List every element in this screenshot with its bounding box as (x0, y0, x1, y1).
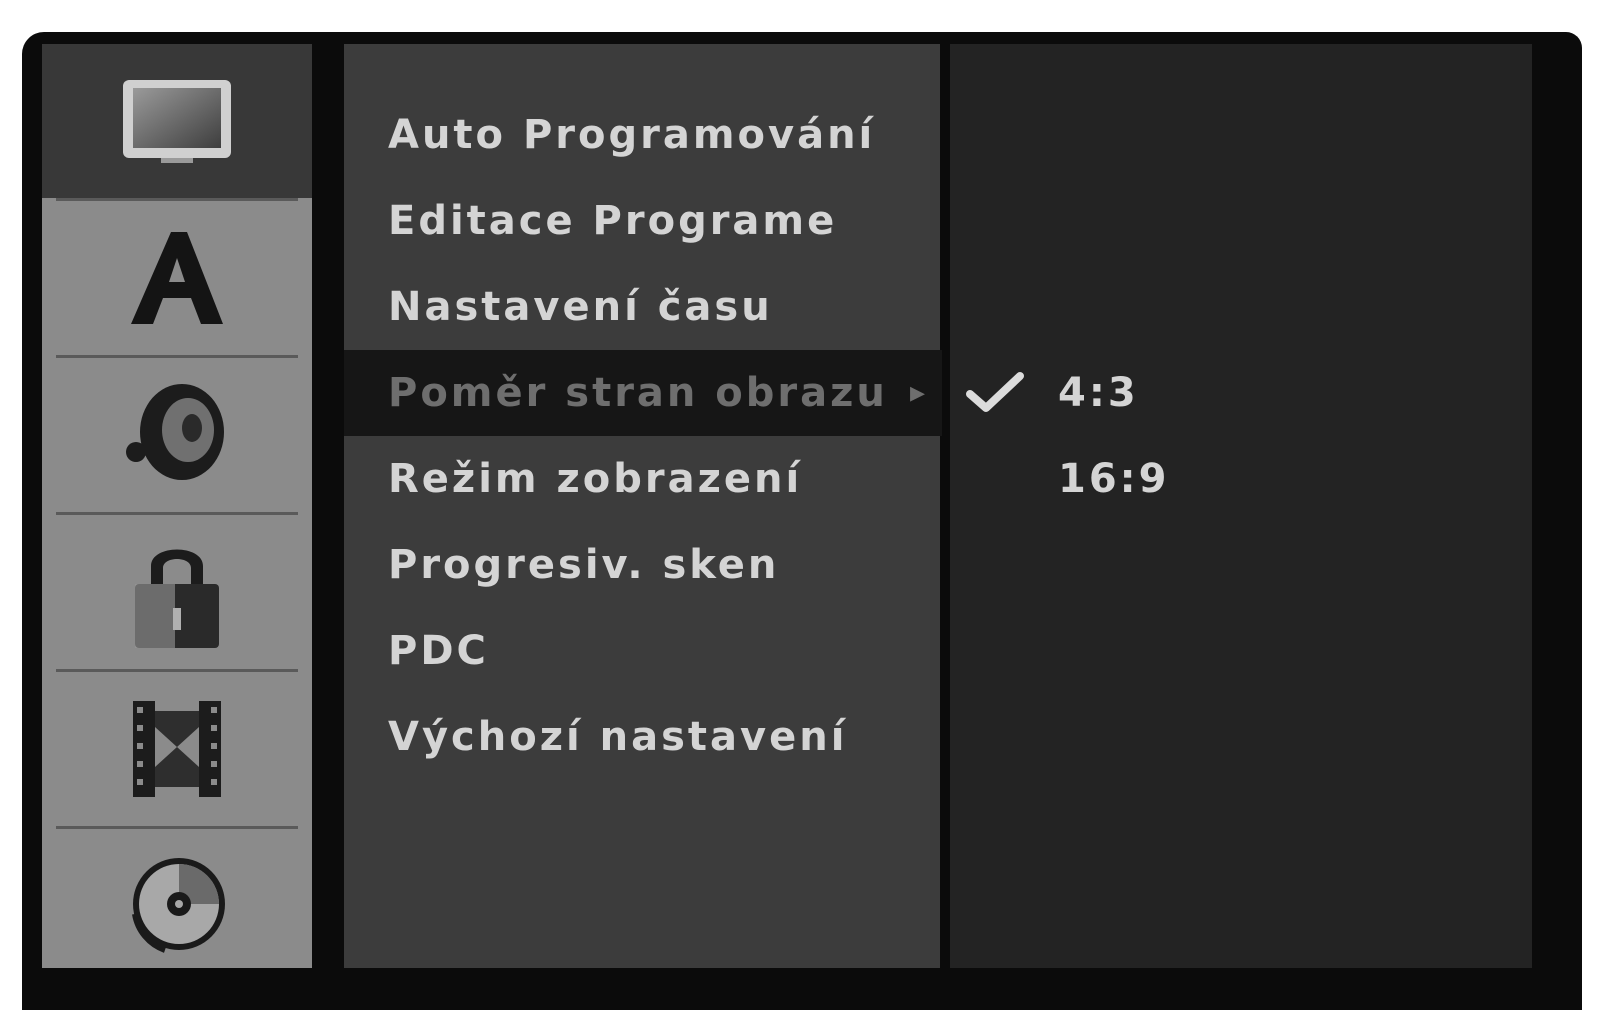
menu-item-display-mode[interactable]: Režim zobrazení (344, 436, 940, 522)
setup-menu-screen: Auto Programování Editace Programe Nasta… (22, 32, 1582, 1010)
sidebar-item-audio[interactable] (42, 358, 312, 512)
menu-item-program-edit[interactable]: Editace Programe (344, 178, 940, 264)
menu-item-pdc[interactable]: PDC (344, 608, 940, 694)
menu-item-progressive-scan[interactable]: Progresiv. sken (344, 522, 940, 608)
submenu-arrow-icon: ▸ (909, 375, 928, 410)
menu-item-label: Editace Programe (388, 198, 838, 244)
menu-item-label: Režim zobrazení (388, 456, 803, 502)
option-label: 4:3 (1058, 370, 1139, 416)
menu-item-label: Nastavení času (388, 284, 773, 330)
menu-item-label: Poměr stran obrazu (388, 370, 888, 416)
film-icon (133, 701, 221, 797)
setup-sidebar (42, 44, 312, 968)
menu-item-auto-programming[interactable]: Auto Programování (344, 92, 940, 178)
option-list: 4:3 16:9 (950, 44, 1532, 968)
disc-icon (132, 858, 225, 953)
sidebar-item-recording[interactable] (42, 672, 312, 826)
option-16-9[interactable]: 16:9 (950, 436, 1532, 522)
sidebar-item-lock[interactable] (42, 515, 312, 669)
lock-icon (135, 549, 219, 648)
option-4-3[interactable]: 4:3 (950, 350, 1532, 436)
menu-item-factory-reset[interactable]: Výchozí nastavení (344, 694, 940, 780)
menu-item-label: Progresiv. sken (388, 542, 780, 588)
option-label: 16:9 (1058, 456, 1170, 502)
tv-screen-icon (123, 80, 231, 163)
speaker-icon (126, 384, 224, 480)
sidebar-item-general[interactable] (42, 44, 312, 198)
setup-menu-list: Auto Programování Editace Programe Nasta… (344, 44, 942, 968)
checkmark-icon (966, 372, 1024, 412)
sidebar-item-language[interactable] (42, 201, 312, 355)
menu-item-label: PDC (388, 628, 489, 674)
menu-item-label: Výchozí nastavení (388, 714, 848, 760)
menu-item-time-setting[interactable]: Nastavení času (344, 264, 940, 350)
menu-item-aspect-ratio[interactable]: Poměr stran obrazu ▸ (344, 350, 942, 436)
sidebar-item-disc[interactable] (42, 829, 312, 983)
language-icon (131, 232, 223, 324)
menu-item-label: Auto Programování (388, 112, 876, 158)
